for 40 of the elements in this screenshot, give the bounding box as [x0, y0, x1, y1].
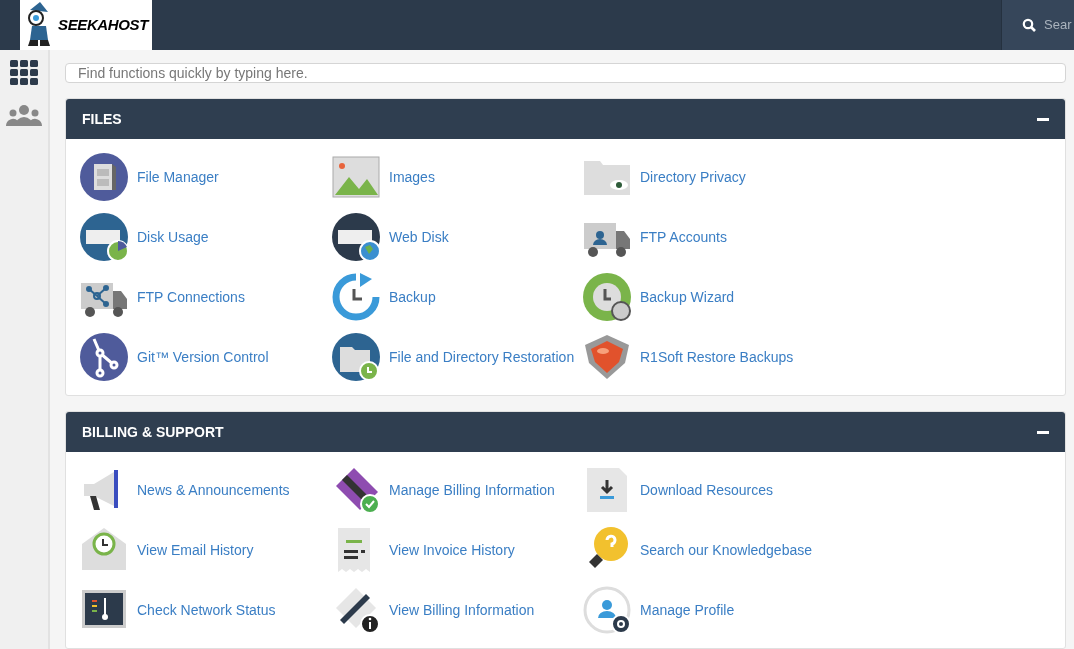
header-search-field[interactable]: Sear [1044, 15, 1074, 35]
feature-link[interactable]: Manage Billing Information [389, 479, 555, 501]
section-header[interactable]: FILES [66, 99, 1065, 139]
feature-link[interactable]: View Billing Information [389, 599, 535, 621]
feature-link[interactable]: FTP Connections [137, 286, 245, 308]
section-header[interactable]: BILLING & SUPPORT [66, 412, 1065, 452]
feature-link[interactable]: Git™ Version Control [137, 346, 269, 368]
feature-link[interactable]: View Invoice History [389, 539, 515, 561]
feature-link[interactable]: Backup [389, 286, 436, 308]
logo-text: SEEKAHOST [58, 14, 148, 35]
feature-link[interactable]: View Email History [137, 539, 254, 561]
section-title: BILLING & SUPPORT [82, 422, 224, 442]
feature-link[interactable]: R1Soft Restore Backups [640, 346, 794, 368]
feature-link[interactable]: Check Network Status [137, 599, 276, 621]
disk-drive-chart-icon [80, 213, 128, 261]
logo[interactable]: SEEKAHOST [20, 0, 152, 50]
feature-link[interactable]: FTP Accounts [640, 226, 727, 248]
shield-icon [583, 333, 631, 381]
feature-link[interactable]: Download Resources [640, 479, 774, 501]
landscape-image-icon [332, 153, 380, 201]
section-title: FILES [82, 109, 122, 129]
branch-icon [80, 333, 128, 381]
feature-link[interactable]: Directory Privacy [640, 166, 746, 188]
user-gear-icon [583, 586, 631, 634]
feature-link[interactable]: Images [389, 166, 435, 188]
search-icon [1022, 18, 1036, 32]
grid-icon[interactable] [10, 60, 38, 86]
disk-drive-globe-icon [332, 213, 380, 261]
feature-link[interactable]: Search our Knowledgebase [640, 539, 812, 561]
feature-link[interactable]: File Manager [137, 166, 219, 188]
folder-clock-icon [332, 333, 380, 381]
file-cabinet-icon [80, 153, 128, 201]
users-icon[interactable] [6, 104, 42, 126]
function-search-field[interactable]: Find functions quickly by typing here. [65, 63, 1066, 83]
feature-link[interactable]: File and Directory Restoration [389, 346, 575, 368]
feature-link[interactable]: Web Disk [389, 226, 449, 248]
feature-link[interactable]: Manage Profile [640, 599, 735, 621]
feature-link[interactable]: News & Announcements [137, 479, 290, 501]
feature-link[interactable]: Disk Usage [137, 226, 209, 248]
feature-link[interactable]: Backup Wizard [640, 286, 735, 308]
